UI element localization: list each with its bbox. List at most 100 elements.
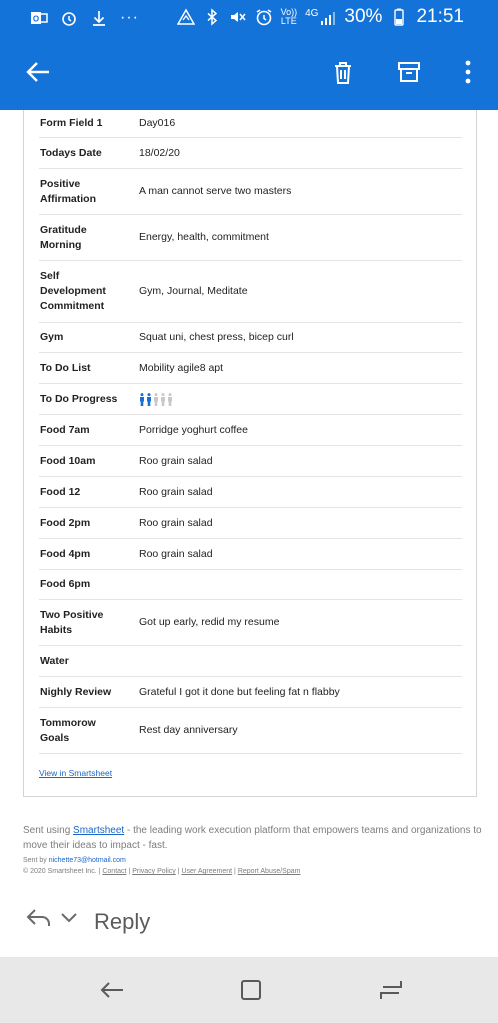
form-table: Form Field 1 Day016 Todays Date 18/02/20… [39,110,462,754]
privacy-policy-link[interactable]: Privacy Policy [132,868,176,875]
system-nav-bar [0,957,498,1023]
person-empty-icon [161,392,165,406]
row-value: Roo grain salad [139,485,213,498]
smartsheet-link[interactable]: Smartsheet [73,825,124,836]
form-row-water: Water [39,646,462,677]
row-label: To Do List [40,361,91,374]
nav-back-icon [100,982,123,998]
svg-text:O: O [33,15,39,24]
form-row-food-4pm: Food 4pm Roo grain salad [39,539,462,570]
row-label: Form Field 1 [40,117,103,129]
form-row-positive-affirmation: Positive Affirmation A man cannot serve … [39,169,462,215]
row-label: Gym [40,331,64,343]
network-type: 4G [305,7,319,19]
form-row-tomorrow-goals: Tommorow Goals Rest day anniversary [39,708,462,754]
row-value: Day016 [139,117,176,129]
email-screen: O ··· Vo)) LTE 4G 30% 21:51 Form Field 1… [0,0,498,1023]
app-bar [0,44,498,100]
footer-tagline: Sent using Smartsheet - the leading work… [23,825,482,851]
row-label: Todays Date [40,146,102,159]
clock-time: 21:51 [416,6,464,27]
view-in-smartsheet-link[interactable]: View in Smartsheet [39,768,112,778]
back-button[interactable] [20,54,56,90]
footer-sent-by: Sent by nichette73@hotmail.com [23,857,126,864]
form-row-nightly-review: Nighly Review Grateful I got it done but… [39,677,462,708]
person-filled-icon [147,392,151,406]
bluetooth-icon [203,8,221,26]
form-row-gym: Gym Squat uni, chest press, bicep curl [39,323,462,353]
nav-recents-icon [241,980,261,1000]
more-vertical-icon [465,60,471,84]
volte-indicator: Vo)) LTE [280,7,298,26]
row-label: Positive Affirmation [40,177,96,205]
person-filled-icon [140,392,144,406]
form-row-food-2pm: Food 2pm Roo grain salad [39,508,462,539]
status-left-icons: O ··· [30,7,139,29]
row-value: Roo grain salad [139,454,213,467]
sender-email-link[interactable]: nichette73@hotmail.com [49,857,126,864]
contact-link[interactable]: Contact [102,868,126,875]
row-value: Squat uni, chest press, bicep curl [139,331,294,343]
row-label: Self Development Commitment [40,270,106,312]
delete-button[interactable] [325,54,361,90]
row-label: Water [40,654,69,667]
battery-percent: 30% [344,6,383,27]
mute-icon [229,8,247,26]
row-value: Rest day anniversary [139,724,238,736]
row-label: To Do Progress [40,392,118,405]
form-row-food-10am: Food 10am Roo grain salad [39,446,462,477]
form-row-todays-date: Todays Date 18/02/20 [39,138,462,169]
more-options-button[interactable] [450,54,486,90]
archive-icon [398,62,420,82]
nav-overview-button[interactable] [376,975,406,1005]
status-right-icons: Vo)) LTE 4G 30% 21:51 [176,6,464,28]
row-label: Tommorow Goals [40,716,96,744]
row-value [139,392,462,406]
user-agreement-link[interactable]: User Agreement [182,868,233,875]
reply-button[interactable]: Reply [94,909,150,935]
row-label: Food 7am [40,423,90,436]
reply-arrow-icon[interactable] [25,906,53,935]
nav-home-button[interactable] [236,975,266,1005]
row-label: Food 10am [40,454,96,467]
row-label: Food 4pm [40,547,91,560]
row-value: Porridge yoghurt coffee [139,423,248,436]
form-row-todo-progress: To Do Progress [39,384,462,415]
more-notifications-dots: ··· [120,9,139,26]
top-header: O ··· Vo)) LTE 4G 30% 21:51 [0,0,498,110]
data-saver-icon [176,8,195,26]
row-label: Gratitude Morning [40,223,87,251]
alarm-clock-icon [255,8,273,26]
trash-icon [335,62,351,84]
reply-bar: Reply [0,882,498,957]
email-footer: Sent using Smartsheet - the leading work… [23,823,483,877]
todo-progress-people [139,392,462,406]
signal-indicator: 4G [305,7,336,26]
row-value: Gym, Journal, Meditate [139,285,248,297]
form-row-form-field-1: Form Field 1 Day016 [39,110,462,138]
report-abuse-link[interactable]: Report Abuse/Spam [238,868,301,875]
row-label: Nighly Review [40,685,112,698]
row-value: Grateful I got it done but feeling fat n… [139,685,340,698]
row-label: Food 6pm [40,578,91,590]
row-value: Got up early, redid my resume [139,616,280,628]
email-body-card: Form Field 1 Day016 Todays Date 18/02/20… [23,110,477,797]
form-row-food-12: Food 12 Roo grain salad [39,477,462,508]
row-value: Mobility agile8 apt [139,361,224,374]
form-row-todo-list: To Do List Mobility agile8 apt [39,353,462,384]
back-arrow-icon [26,62,49,82]
form-row-food-7am: Food 7am Porridge yoghurt coffee [39,415,462,446]
row-label: Food 12 [40,485,81,498]
nav-back-button[interactable] [97,975,127,1005]
row-value: A man cannot serve two masters [139,185,292,197]
chevron-down-icon[interactable] [60,910,78,928]
row-value: Energy, health, commitment [139,231,269,243]
archive-button[interactable] [391,54,427,90]
nav-overview-icon [380,981,402,999]
form-row-gratitude-morning: Gratitude Morning Energy, health, commit… [39,215,462,261]
alarm-icon [60,9,78,27]
form-row-self-development: Self Development Commitment Gym, Journal… [39,261,462,323]
footer-copyright: © 2020 Smartsheet Inc. | Contact | Priva… [23,868,301,875]
person-empty-icon [168,392,172,406]
download-icon [90,9,108,27]
